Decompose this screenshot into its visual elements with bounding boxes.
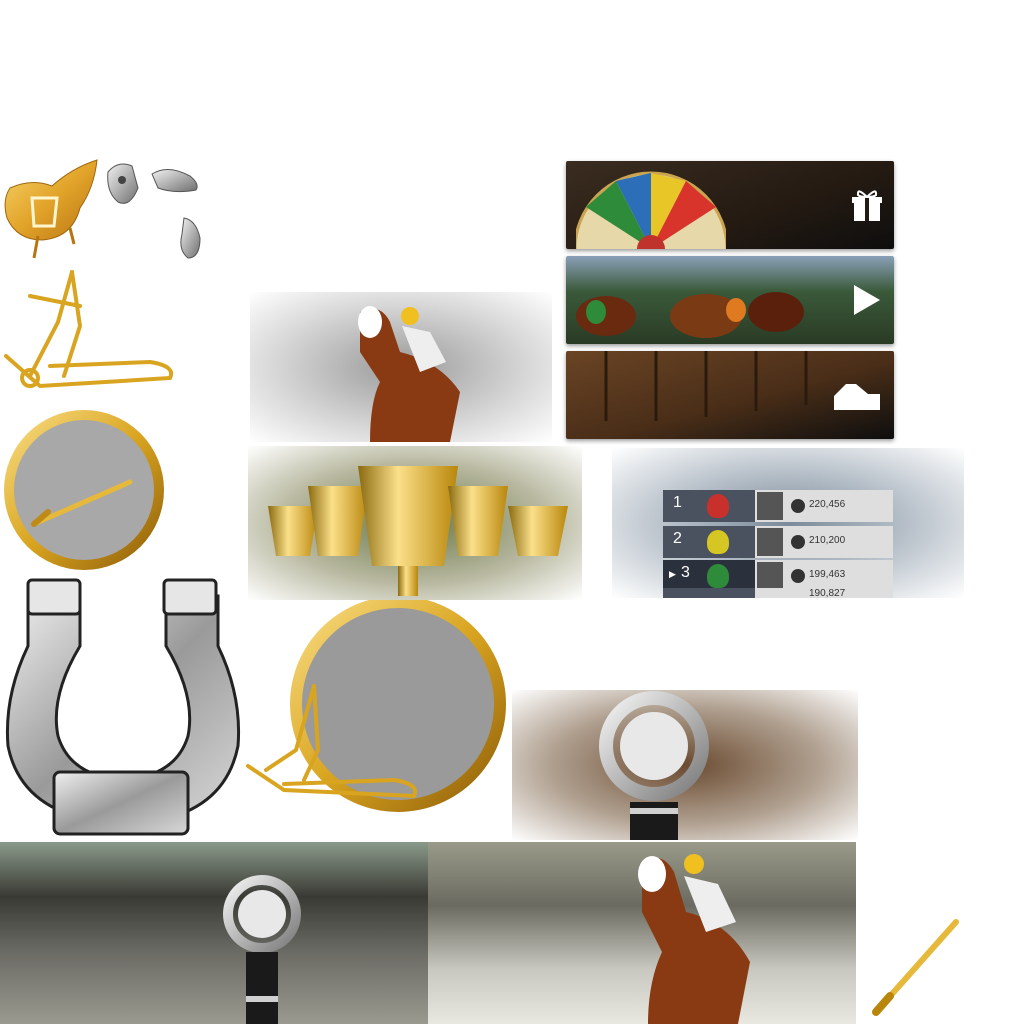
horseshoe-item[interactable] — [0, 576, 246, 840]
house-icon[interactable] — [832, 380, 882, 410]
jockey-avatar-icon — [757, 562, 783, 590]
armor-icon — [107, 163, 201, 259]
whip-icon — [872, 919, 959, 1016]
horse-head-icon — [707, 494, 729, 518]
laurel-trophy-icon — [223, 875, 301, 1024]
score-value: 220,456 — [809, 499, 846, 510]
laurel-trophy-icon — [599, 691, 709, 840]
rank-number: 1 — [673, 494, 682, 511]
racing-horses-icon — [576, 292, 804, 338]
horse-banner — [428, 842, 856, 1024]
score-icon — [791, 535, 805, 549]
horseshoe-icon — [5, 578, 241, 836]
bridle-badge-icon — [246, 596, 506, 812]
score-icon — [791, 499, 805, 513]
leaderboard-row[interactable]: 1 220,456 — [663, 490, 893, 522]
play-icon[interactable] — [852, 283, 882, 317]
rank-number: 2 — [673, 530, 682, 547]
saddle-item[interactable] — [2, 148, 102, 260]
prize-wheel-icon — [576, 171, 726, 249]
trophies-vignette — [248, 446, 582, 600]
score-icon — [791, 569, 805, 583]
trophy-banner — [0, 842, 428, 1024]
horse-vignette — [250, 292, 552, 442]
score-value: 190,827 — [809, 588, 846, 598]
race-button[interactable] — [566, 256, 894, 344]
score-value: 199,463 — [809, 569, 846, 580]
horse-head-icon — [707, 564, 729, 588]
leaderboard-row[interactable]: 2 210,200 — [663, 526, 893, 558]
trophy-cups-icon — [268, 466, 568, 596]
whip-item[interactable] — [862, 912, 966, 1022]
bridle-badge[interactable] — [244, 596, 506, 814]
silver-trophy-vignette — [512, 690, 858, 840]
leaderboard-row[interactable]: 190,827 — [663, 588, 893, 598]
racehorse-icon — [638, 854, 750, 1024]
gift-icon[interactable] — [852, 187, 882, 223]
bridle-item[interactable] — [0, 266, 176, 404]
bridle-icon — [4, 270, 173, 389]
score-value: 210,200 — [809, 535, 846, 546]
racehorse-icon — [358, 306, 460, 442]
saddle-icon — [4, 159, 98, 259]
whip-badge[interactable] — [0, 406, 168, 574]
whip-badge-icon — [4, 410, 164, 570]
jockey-avatar-icon — [757, 528, 783, 556]
daily-spin-button[interactable] — [566, 161, 894, 249]
jockey-avatar-icon — [757, 492, 783, 520]
armor-pieces[interactable] — [104, 158, 208, 264]
current-player-icon: ▶ — [669, 570, 676, 580]
stable-button[interactable] — [566, 351, 894, 439]
horse-head-icon — [707, 530, 729, 554]
rank-number: 3 — [681, 564, 690, 581]
